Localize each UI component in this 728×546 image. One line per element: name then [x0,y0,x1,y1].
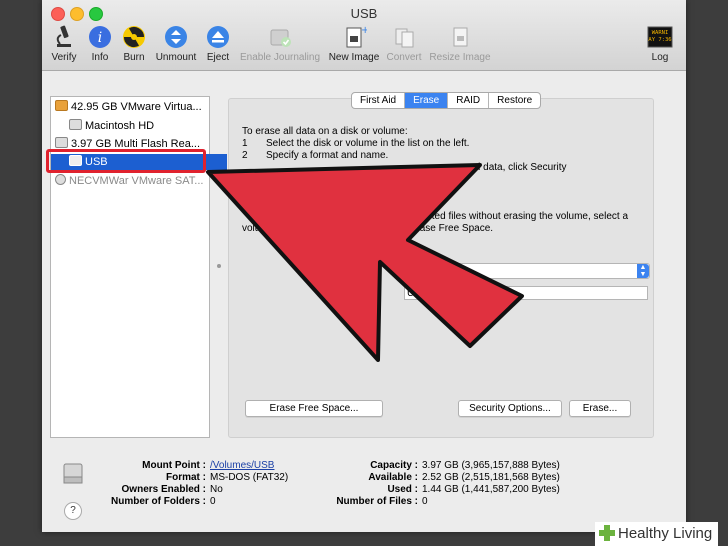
plus-cross-icon [599,525,615,541]
watermark: Healthy Living [595,522,719,546]
page: USB Verify i Info Burn Unmount Eject Ena… [0,0,728,546]
red-arrow-shape [206,163,524,362]
red-arrow-annotation [206,163,524,362]
